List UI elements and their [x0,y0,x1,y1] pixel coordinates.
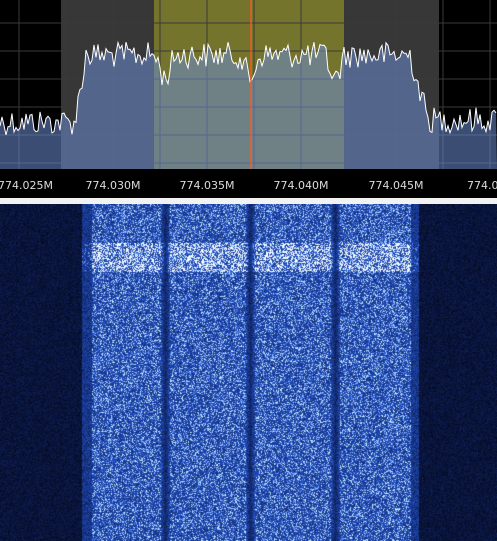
freq-tick-label: 774.035M [180,179,235,192]
waterfall-panel[interactable] [0,204,497,541]
spectrum-panel[interactable]: 774.025M 774.030M 774.035M 774.040M 774.… [0,0,497,198]
freq-tick-label: 774.030M [86,179,141,192]
freq-tick-label: 774.045M [369,179,424,192]
freq-tick-label: 774.040M [274,179,329,192]
spectrum-plot[interactable]: 774.025M 774.030M 774.035M 774.040M 774.… [0,0,497,198]
waterfall-display[interactable] [0,204,497,541]
freq-tick-label: 774.05 [467,179,497,192]
freq-tick-label: 774.025M [0,179,53,192]
